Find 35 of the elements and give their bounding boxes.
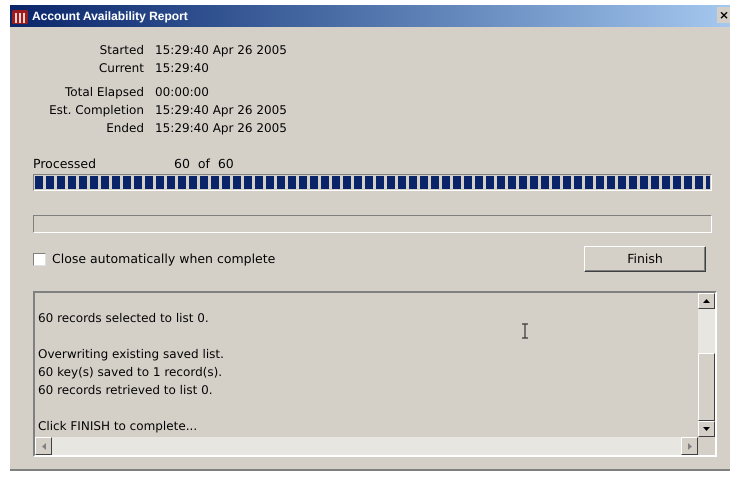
progress-count: 60 of 60 — [174, 156, 234, 172]
log-line: 60 records selected to list 0. — [38, 310, 209, 327]
scroll-left-button[interactable] — [35, 437, 52, 455]
horizontal-scrollbar[interactable] — [35, 437, 698, 455]
scroll-thumb[interactable] — [698, 353, 715, 421]
log-line: Click FINISH to complete... — [38, 418, 198, 435]
scroll-up-button[interactable] — [698, 293, 715, 309]
progress-label: Processed — [33, 156, 98, 172]
finish-button[interactable]: Finish — [584, 246, 706, 272]
log-line: 60 key(s) saved to 1 record(s). — [38, 364, 222, 381]
time-value: 15:29:40 Apr 26 2005 — [155, 42, 287, 59]
time-value: 15:29:40 — [155, 60, 209, 77]
log-line: 60 records retrieved to list 0. — [38, 382, 213, 399]
time-value: 00:00:00 — [155, 84, 209, 101]
time-value: 15:29:40 Apr 26 2005 — [155, 102, 287, 119]
scroll-right-button[interactable] — [681, 437, 698, 455]
checkbox-label[interactable]: Close automatically when complete — [52, 250, 276, 268]
time-label: Total Elapsed — [64, 84, 144, 101]
time-value: 15:29:40 Apr 26 2005 — [155, 120, 287, 137]
time-label: Started — [98, 42, 144, 59]
app-icon — [11, 7, 29, 25]
window-title: Account Availability Report — [32, 8, 188, 25]
text-cursor-icon — [521, 323, 529, 339]
log-line: Overwriting existing saved list. — [38, 346, 224, 363]
vertical-scrollbar[interactable] — [698, 293, 715, 437]
scroll-down-button[interactable] — [698, 421, 715, 437]
checkbox[interactable] — [33, 252, 46, 266]
down-arrow-icon — [703, 427, 710, 431]
right-arrow-icon — [688, 442, 692, 450]
time-label: Est. Completion — [48, 102, 144, 119]
time-label: Ended — [105, 120, 144, 137]
time-label: Current — [98, 60, 144, 77]
up-arrow-icon — [703, 299, 710, 303]
close-button[interactable]: × — [717, 7, 730, 23]
left-arrow-icon — [42, 442, 46, 450]
